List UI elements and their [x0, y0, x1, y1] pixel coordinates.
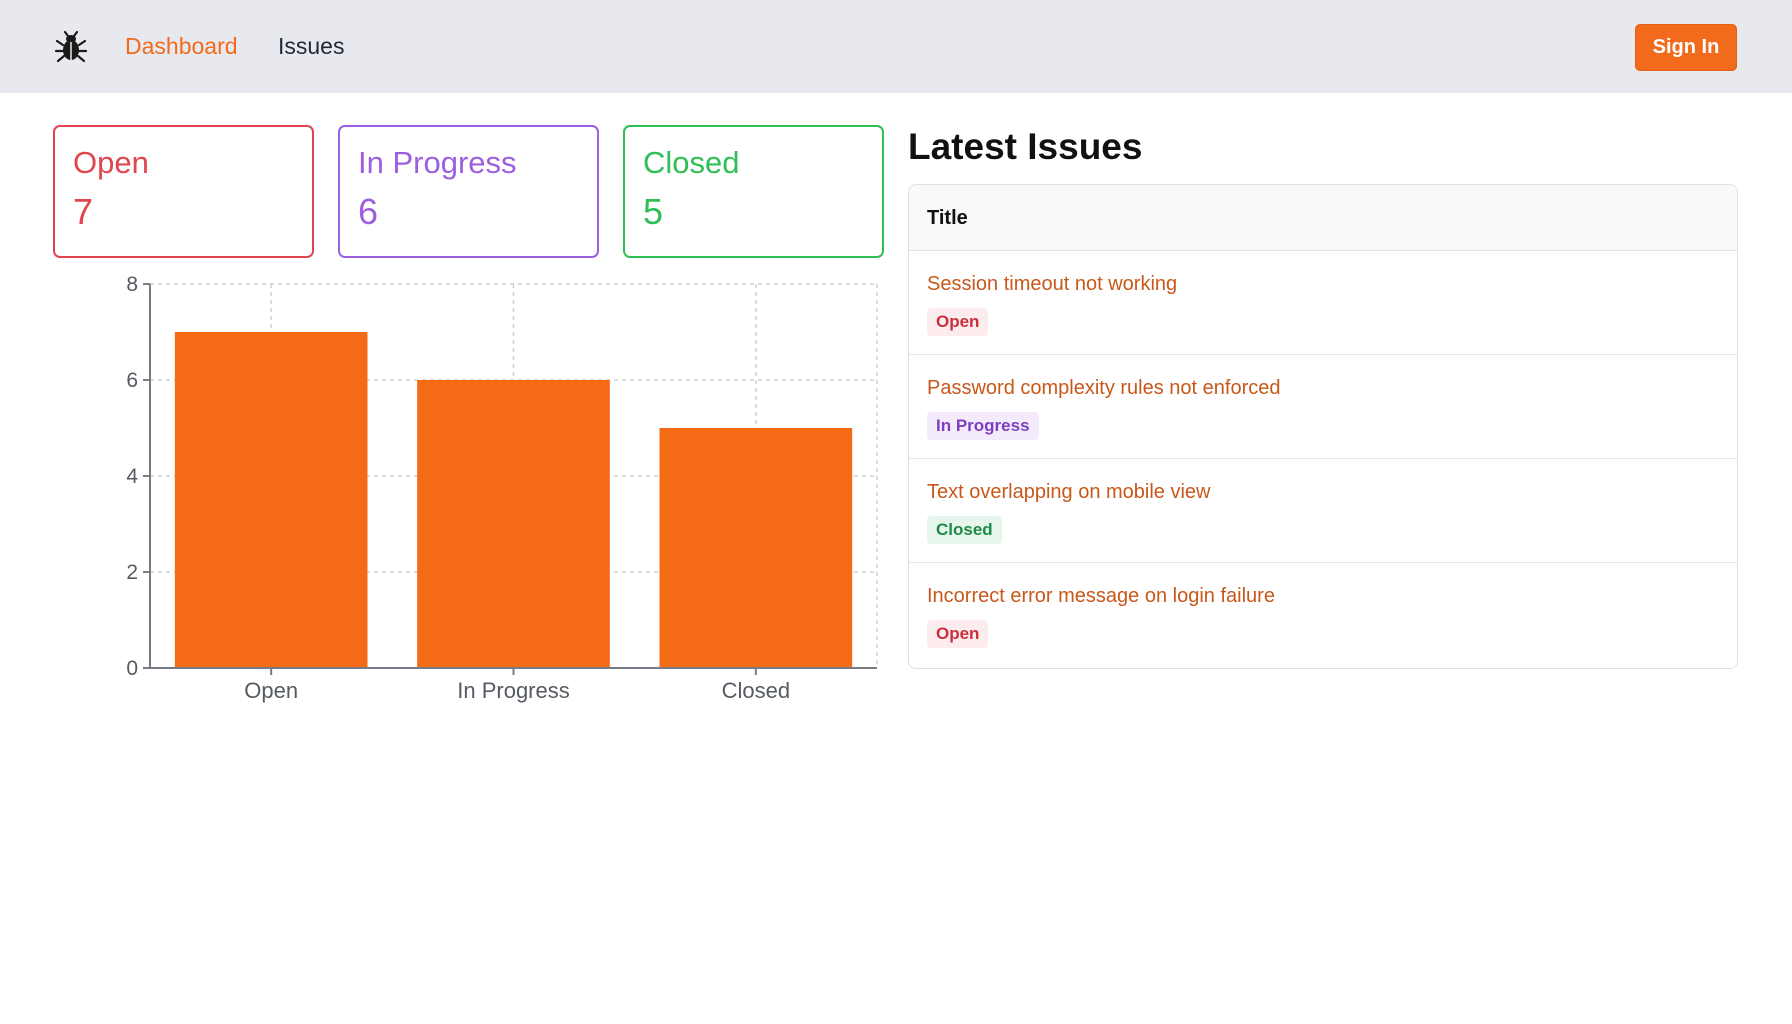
issue-title-link[interactable]: Text overlapping on mobile view [927, 480, 1211, 504]
table-row: Session timeout not working Open [909, 251, 1737, 355]
table-row: Password complexity rules not enforced In… [909, 355, 1737, 459]
issue-title-link[interactable]: Session timeout not working [927, 272, 1177, 296]
stat-label: Open [73, 145, 149, 180]
bug-icon[interactable] [54, 30, 88, 64]
stat-label: In Progress [358, 145, 517, 180]
issues-bar-chart: 0 2 4 6 8 Open In Progress Closed [100, 272, 890, 712]
issue-title-link[interactable]: Incorrect error message on login failure [927, 584, 1275, 608]
bar-closed [659, 428, 853, 668]
stat-card-open[interactable]: Open 7 [53, 125, 314, 258]
y-tick-label: 6 [126, 369, 138, 392]
stat-count: 7 [73, 191, 94, 232]
stat-card-in-progress[interactable]: In Progress 6 [338, 125, 599, 258]
bar-in-progress [417, 380, 610, 668]
stat-card-closed[interactable]: Closed 5 [623, 125, 884, 258]
latest-issues-heading: Latest Issues [908, 126, 1143, 167]
bar-open [174, 332, 368, 668]
issue-title-link[interactable]: Password complexity rules not enforced [927, 376, 1281, 400]
status-badge: Open [927, 620, 989, 648]
bar-chart-svg: 0 2 4 6 8 Open In Progress Closed [126, 273, 878, 703]
table-row: Incorrect error message on login failure… [909, 563, 1737, 668]
y-tick-label: 8 [126, 273, 138, 296]
nav-link-issues[interactable]: Issues [278, 32, 344, 61]
x-tick-label: Open [244, 678, 298, 703]
table-row: Text overlapping on mobile view Closed [909, 459, 1737, 563]
status-badge: Closed [927, 516, 1002, 544]
navbar: Dashboard Issues Sign In [0, 0, 1792, 93]
latest-issues-table: Title Session timeout not working Open Pas… [908, 184, 1738, 669]
stat-count: 6 [358, 191, 379, 232]
table-header-title: Title [909, 185, 1737, 251]
y-tick-label: 2 [126, 561, 138, 584]
x-tick-label: Closed [722, 678, 790, 703]
x-tick-label: In Progress [457, 678, 570, 703]
stat-count: 5 [643, 191, 664, 232]
nav-link-dashboard[interactable]: Dashboard [125, 32, 238, 61]
stat-label: Closed [643, 145, 740, 180]
status-badge: Open [927, 308, 989, 336]
y-tick-label: 4 [126, 465, 138, 488]
status-badge: In Progress [927, 412, 1039, 440]
sign-in-button[interactable]: Sign In [1635, 24, 1737, 71]
y-tick-label: 0 [126, 657, 138, 680]
